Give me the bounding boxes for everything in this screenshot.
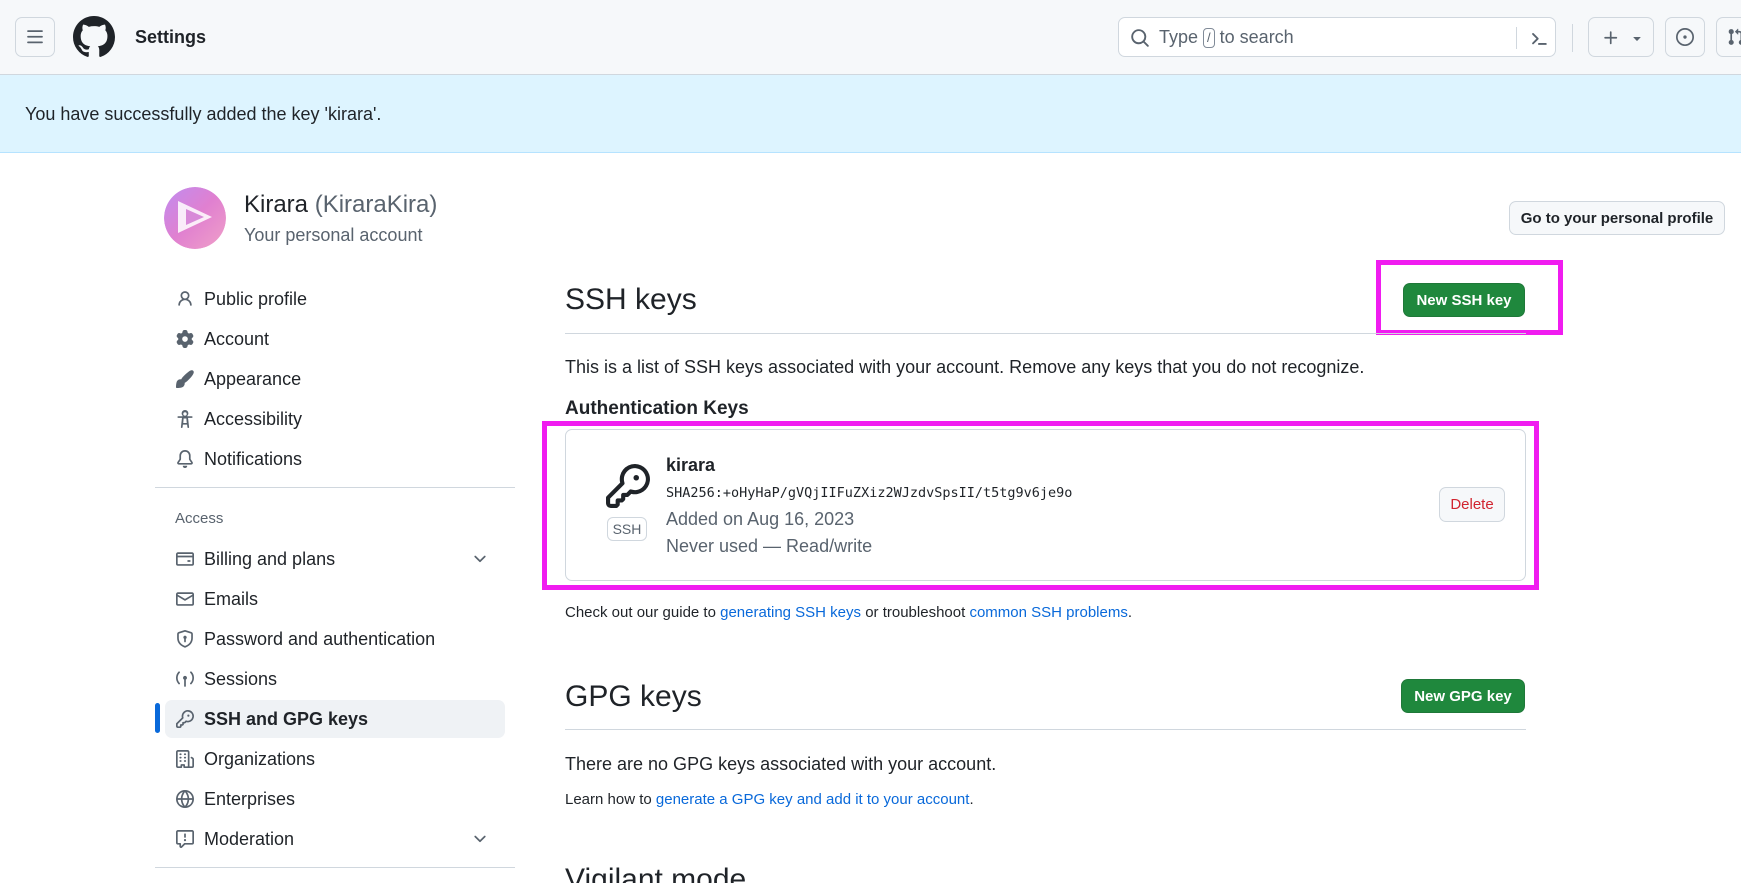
sidebar-active-indicator (155, 703, 160, 733)
sidebar-item-label: SSH and GPG keys (204, 708, 369, 729)
guide-middle: or troubleshoot (865, 604, 966, 621)
guide-prefix: Check out our guide to (565, 604, 716, 621)
plus-icon (1604, 31, 1618, 45)
search-input[interactable]: Type / to search (1118, 17, 1556, 57)
report-icon (175, 829, 195, 849)
ssh-button-highlight-annotation (1376, 260, 1563, 335)
chevron-down-icon[interactable] (471, 550, 489, 568)
new-gpg-key-button[interactable]: New GPG key (1401, 679, 1525, 713)
sidebar-divider (155, 867, 515, 868)
search-icon (1131, 29, 1149, 47)
gpg-empty-message: There are no GPG keys associated with yo… (565, 754, 997, 774)
ssh-guide-text: Check out our guide to generating SSH ke… (565, 604, 1132, 621)
header-divider (1572, 24, 1573, 52)
sidebar-item-label: Password and authentication (204, 628, 436, 649)
learn-prefix: Learn how to (565, 791, 652, 808)
open-menu-button[interactable] (15, 17, 55, 57)
search-divider (1516, 27, 1517, 49)
avatar-image (164, 187, 226, 249)
paintbrush-icon (175, 369, 195, 389)
sidebar-item-moderation[interactable]: Moderation (165, 820, 505, 858)
go-to-profile-button[interactable]: Go to your personal profile (1509, 201, 1725, 235)
sidebar-item-organizations[interactable]: Organizations (165, 740, 505, 778)
sidebar-divider (155, 487, 515, 488)
pull-requests-button[interactable] (1716, 17, 1741, 57)
sidebar-item-appearance[interactable]: Appearance (165, 360, 505, 398)
command-palette-icon[interactable] (1528, 28, 1548, 48)
sidebar-item-label: Notifications (204, 448, 303, 469)
sidebar-item-label: Account (204, 328, 270, 349)
github-logo-icon[interactable] (73, 16, 115, 58)
sidebar-item-label: Sessions (204, 668, 278, 689)
generate-gpg-key-link[interactable]: generate a GPG key and add it to your ac… (656, 791, 970, 808)
top-header: Settings Type / to search (0, 0, 1741, 75)
sidebar-item-label: Accessibility (204, 408, 303, 429)
ssh-keys-title: SSH keys (565, 283, 697, 316)
sidebar-item-label: Organizations (204, 748, 316, 769)
sidebar-item-sessions[interactable]: Sessions (165, 660, 505, 698)
issues-button[interactable] (1665, 17, 1705, 57)
success-flash-banner: You have successfully added the key 'kir… (0, 75, 1741, 153)
account-display-name: Kirara (KiraraKira) (244, 191, 437, 219)
authentication-keys-heading: Authentication Keys (565, 398, 749, 419)
gear-icon (175, 329, 195, 349)
sidebar-item-label: Moderation (204, 828, 295, 849)
organization-icon (175, 749, 195, 769)
sidebar-item-public-profile[interactable]: Public profile (165, 280, 505, 318)
hamburger-icon (27, 30, 43, 44)
search-placeholder: Type / to search (1159, 27, 1294, 48)
sidebar-item-billing[interactable]: Billing and plans (165, 540, 505, 578)
sidebar-item-ssh-gpg-keys[interactable]: SSH and GPG keys (165, 700, 505, 738)
ssh-section-divider (565, 333, 1526, 334)
learn-suffix: . (969, 791, 974, 808)
sidebar-item-label: Enterprises (204, 788, 296, 809)
caret-down-icon (1633, 37, 1641, 41)
sidebar-item-emails[interactable]: Emails (165, 580, 505, 618)
search-suffix: to search (1219, 27, 1294, 47)
globe-icon (175, 789, 195, 809)
common-ssh-problems-link[interactable]: common SSH problems (969, 604, 1127, 621)
gpg-learn-text: Learn how to generate a GPG key and add … (565, 791, 974, 808)
flash-message: You have successfully added the key 'kir… (25, 104, 382, 124)
shield-lock-icon (175, 629, 195, 649)
header-title[interactable]: Settings (135, 27, 206, 48)
person-icon (175, 289, 195, 309)
account-login: (KiraraKira) (314, 191, 438, 218)
bell-icon (175, 449, 195, 469)
search-shortcut-key: / (1203, 27, 1215, 48)
guide-suffix: . (1127, 604, 1133, 621)
gpg-section-divider (565, 729, 1526, 730)
sidebar-item-password-authentication[interactable]: Password and authentication (165, 620, 505, 658)
issue-opened-icon (1676, 28, 1694, 46)
create-new-button[interactable] (1588, 17, 1654, 57)
sidebar-item-account[interactable]: Account (165, 320, 505, 358)
sidebar-item-label: Public profile (204, 288, 308, 309)
broadcast-icon (175, 669, 195, 689)
sidebar-item-notifications[interactable]: Notifications (165, 440, 505, 478)
sidebar-item-label: Appearance (204, 368, 302, 389)
mail-icon (175, 589, 195, 609)
avatar[interactable] (164, 187, 226, 249)
ssh-key-highlight-annotation (542, 421, 1539, 590)
vigilant-mode-title: Vigilant mode (565, 863, 747, 883)
pull-request-icon (1728, 28, 1741, 45)
gpg-keys-title: GPG keys (565, 680, 702, 713)
chevron-down-icon[interactable] (471, 830, 489, 848)
account-name: Kirara (244, 191, 309, 218)
sidebar-item-label: Emails (204, 588, 259, 609)
sidebar-item-label: Billing and plans (204, 548, 336, 569)
accessibility-icon (175, 409, 195, 429)
credit-card-icon (175, 549, 195, 569)
generating-ssh-keys-link[interactable]: generating SSH keys (720, 604, 861, 621)
sidebar-item-enterprises[interactable]: Enterprises (165, 780, 505, 818)
search-prefix: Type (1159, 27, 1199, 47)
ssh-description: This is a list of SSH keys associated wi… (565, 357, 1365, 377)
sidebar-heading-access: Access (175, 510, 224, 527)
account-subtitle: Your personal account (244, 225, 423, 245)
key-icon (175, 709, 195, 729)
sidebar-item-accessibility[interactable]: Accessibility (165, 400, 505, 438)
